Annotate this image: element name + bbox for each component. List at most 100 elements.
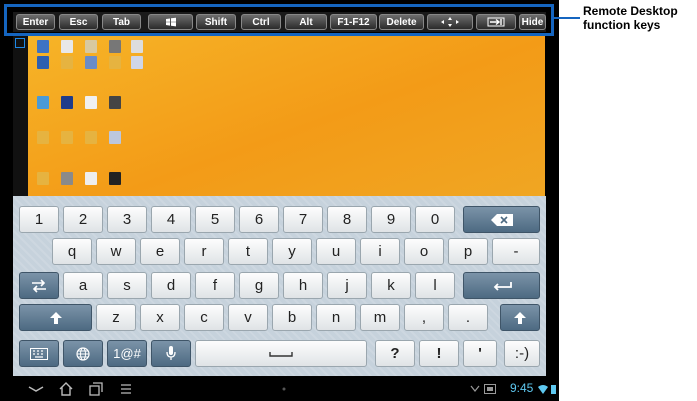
key-l[interactable]: l <box>415 272 455 299</box>
arrows-move-icon <box>441 17 459 27</box>
desktop-icon[interactable] <box>30 96 56 118</box>
key-y[interactable]: y <box>272 238 312 265</box>
symbols-key[interactable]: 1@# <box>107 340 147 367</box>
arrow-keys-key[interactable] <box>427 14 473 30</box>
back-icon[interactable] <box>25 381 47 397</box>
ctrl-key[interactable]: Ctrl <box>241 14 281 30</box>
keyboard-settings-key[interactable] <box>19 340 59 367</box>
alt-key[interactable]: Alt <box>285 14 327 30</box>
key-8[interactable]: 8 <box>327 206 367 233</box>
key-m[interactable]: m <box>360 304 400 331</box>
desktop-icon[interactable] <box>102 172 128 194</box>
enter-key[interactable]: Enter <box>16 14 55 30</box>
key-z[interactable]: z <box>96 304 136 331</box>
key-p[interactable]: p <box>448 238 488 265</box>
backspace-key[interactable] <box>463 206 540 233</box>
key-apostrophe[interactable]: ' <box>463 340 497 367</box>
key-r[interactable]: r <box>184 238 224 265</box>
desktop-icon[interactable] <box>102 96 128 118</box>
desktop-icon[interactable] <box>78 131 104 153</box>
battery-icon <box>550 381 556 397</box>
recent-apps-icon[interactable] <box>85 381 107 397</box>
tab-arrow-icon <box>487 17 505 27</box>
desktop-icon[interactable] <box>54 56 80 78</box>
key-e[interactable]: e <box>140 238 180 265</box>
desktop-icon[interactable] <box>124 56 150 78</box>
key-v[interactable]: v <box>228 304 268 331</box>
key-6[interactable]: 6 <box>239 206 279 233</box>
space-key[interactable] <box>195 340 367 367</box>
menu-lines-icon[interactable] <box>115 381 137 397</box>
enter-key-keyboard[interactable] <box>463 272 540 299</box>
key-2[interactable]: 2 <box>63 206 103 233</box>
key-d[interactable]: d <box>151 272 191 299</box>
desktop-icon[interactable] <box>102 131 128 153</box>
key-a[interactable]: a <box>63 272 103 299</box>
voice-input-key[interactable] <box>151 340 191 367</box>
key-g[interactable]: g <box>239 272 279 299</box>
key-k[interactable]: k <box>371 272 411 299</box>
esc-key[interactable]: Esc <box>59 14 98 30</box>
shift-arrow-icon <box>49 311 62 324</box>
desktop-icon[interactable] <box>78 56 104 78</box>
dot-indicator-icon <box>279 381 289 397</box>
key-s[interactable]: s <box>107 272 147 299</box>
key-c[interactable]: c <box>184 304 224 331</box>
tablet-screen: Enter Esc Tab Shift Ctrl Alt F1-F12 Dele… <box>0 0 559 401</box>
menu-icon[interactable] <box>15 38 25 48</box>
remote-desktop-view[interactable] <box>28 36 545 196</box>
desktop-icon[interactable] <box>54 131 80 153</box>
shift-key-left[interactable] <box>19 304 92 331</box>
desktop-icon[interactable] <box>54 96 80 118</box>
key-n[interactable]: n <box>316 304 356 331</box>
microphone-icon <box>166 346 176 360</box>
key-5[interactable]: 5 <box>195 206 235 233</box>
key-u[interactable]: u <box>316 238 356 265</box>
key-9[interactable]: 9 <box>371 206 411 233</box>
language-key[interactable] <box>63 340 103 367</box>
key-0[interactable]: 0 <box>415 206 455 233</box>
f1-f12-key[interactable]: F1-F12 <box>330 14 377 30</box>
tab-arrow-key[interactable] <box>476 14 516 30</box>
key-7[interactable]: 7 <box>283 206 323 233</box>
key-comma[interactable]: , <box>404 304 444 331</box>
key-b[interactable]: b <box>272 304 312 331</box>
key-h[interactable]: h <box>283 272 323 299</box>
delete-key[interactable]: Delete <box>379 14 424 30</box>
key-1[interactable]: 1 <box>19 206 59 233</box>
home-icon[interactable] <box>55 381 77 397</box>
desktop-icon[interactable] <box>78 96 104 118</box>
tab-key[interactable]: Tab <box>102 14 141 30</box>
shift-key[interactable]: Shift <box>196 14 236 30</box>
key-period[interactable]: . <box>448 304 488 331</box>
key-f[interactable]: f <box>195 272 235 299</box>
key-j[interactable]: j <box>327 272 367 299</box>
callout-label: Remote Desktop function keys <box>583 4 695 32</box>
key-exclaim[interactable]: ! <box>419 340 459 367</box>
key-o[interactable]: o <box>404 238 444 265</box>
shift-key-right[interactable] <box>500 304 540 331</box>
desktop-icon[interactable] <box>30 172 56 194</box>
function-key-bar: Enter Esc Tab Shift Ctrl Alt F1-F12 Dele… <box>13 12 546 32</box>
key-4[interactable]: 4 <box>151 206 191 233</box>
key-w[interactable]: w <box>96 238 136 265</box>
key-question[interactable]: ? <box>375 340 415 367</box>
windows-key[interactable] <box>148 14 193 30</box>
key-3[interactable]: 3 <box>107 206 147 233</box>
key-q[interactable]: q <box>52 238 92 265</box>
key-x[interactable]: x <box>140 304 180 331</box>
keyboard-icon <box>30 347 48 360</box>
callout-leader-line <box>554 17 580 19</box>
wifi-icon <box>538 381 548 397</box>
tab-switch-key[interactable] <box>19 272 59 299</box>
key-i[interactable]: i <box>360 238 400 265</box>
desktop-icon[interactable] <box>54 172 80 194</box>
key-dash[interactable]: - <box>492 238 540 265</box>
desktop-icon[interactable] <box>30 56 56 78</box>
desktop-icon[interactable] <box>78 172 104 194</box>
desktop-icon[interactable] <box>30 131 56 153</box>
key-t[interactable]: t <box>228 238 268 265</box>
screenshot-icon <box>483 381 497 397</box>
hide-key[interactable]: Hide <box>519 14 546 30</box>
key-smiley[interactable]: :-) <box>504 340 540 367</box>
